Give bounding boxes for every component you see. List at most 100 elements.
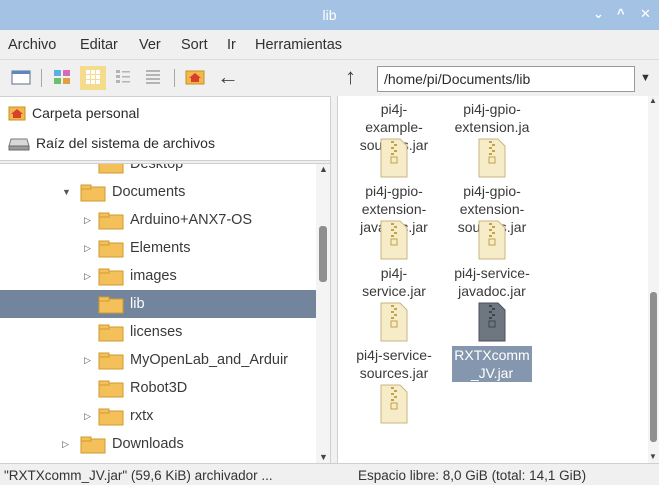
close-button[interactable]: ✕: [640, 6, 651, 22]
path-input[interactable]: [377, 66, 635, 92]
menu-archivo[interactable]: Archivo: [8, 37, 56, 53]
file-item[interactable]: pi4j-service- sources.jar: [346, 302, 442, 382]
tree-expander-icon[interactable]: ▷: [84, 271, 91, 282]
place-label: Carpeta personal: [32, 105, 140, 121]
tree-item[interactable]: ▷ MyOpenLab_and_Arduir: [0, 346, 316, 374]
places-list: Carpeta personal Raíz del sistema de arc…: [0, 97, 330, 160]
view-list-button[interactable]: [140, 66, 166, 90]
view-compact-button[interactable]: [110, 66, 136, 90]
status-free-space: Espacio libre: 8,0 GiB (total: 14,1 GiB): [358, 468, 587, 483]
scroll-up-arrow[interactable]: ▲: [319, 164, 328, 174]
tree-expander-icon[interactable]: ▷: [84, 243, 91, 254]
tree-item[interactable]: licenses: [0, 318, 316, 346]
scroll-down-arrow[interactable]: ▼: [319, 452, 328, 462]
folder-icon: [98, 408, 124, 429]
home-icon: [185, 68, 205, 89]
scroll-up-arrow[interactable]: ▲: [649, 96, 657, 105]
view-thumbnails-button[interactable]: [49, 66, 75, 90]
jar-archive-icon: [379, 302, 409, 342]
tree-item[interactable]: ▷ Arduino+ANX7-OS: [0, 206, 316, 234]
status-bar: "RXTXcomm_JV.jar" (59,6 KiB) archivador …: [0, 463, 659, 485]
folder-icon: [98, 296, 124, 317]
drive-icon: [8, 135, 30, 151]
home-button[interactable]: [182, 66, 208, 90]
menu-ir[interactable]: Ir: [227, 37, 236, 53]
file-item[interactable]: pi4j-service- javadoc.jar: [444, 220, 540, 300]
window-title: lib: [322, 7, 337, 23]
folder-icon: [98, 352, 124, 373]
tree-item-label: images: [130, 268, 177, 284]
pane-splitter[interactable]: [330, 96, 338, 463]
file-item[interactable]: [346, 384, 442, 428]
tree-expander-icon[interactable]: ▷: [84, 215, 91, 226]
folder-icon: [98, 240, 124, 261]
tree-item[interactable]: ▷ Elements: [0, 234, 316, 262]
file-name: pi4j- service.jar: [362, 265, 426, 299]
home-icon: [8, 105, 26, 121]
jar-archive-icon: [477, 302, 507, 342]
tree-scroll-thumb[interactable]: [319, 226, 327, 282]
tree-item[interactable]: ▷ images: [0, 262, 316, 290]
jar-archive-icon: [379, 384, 409, 424]
up-button[interactable]: ↑: [345, 64, 356, 90]
file-item[interactable]: RXTXcomm _JV.jar: [444, 302, 540, 382]
place-carpeta-personal[interactable]: Carpeta personal: [8, 102, 139, 124]
tree-item[interactable]: ▼ Documents: [0, 178, 316, 206]
file-name: pi4j-service- javadoc.jar: [454, 265, 530, 299]
tree-item[interactable]: ▷ Downloads: [0, 430, 316, 458]
file-name: RXTXcomm _JV.jar: [452, 346, 532, 382]
sidebar: Carpeta personal Raíz del sistema de arc…: [0, 96, 330, 464]
maximize-button[interactable]: ^: [617, 6, 625, 21]
jar-archive-icon: [379, 220, 409, 260]
folder-icon: [80, 184, 106, 205]
tree-item-label: Arduino+ANX7-OS: [130, 212, 253, 228]
tree-item-label: rxtx: [130, 408, 154, 424]
tree-expander-icon[interactable]: ▷: [62, 439, 69, 450]
tree-item-label: Desktop: [130, 164, 184, 172]
folder-icon: [98, 268, 124, 289]
place-label: Raíz del sistema de archivos: [36, 135, 215, 151]
compact-view-icon: [114, 68, 132, 89]
menu-bar: Archivo Editar Ver Sort Ir Herramientas: [0, 30, 659, 60]
menu-editar[interactable]: Editar: [80, 37, 118, 53]
tree-item-label: Downloads: [112, 436, 184, 452]
tree-item-label: Documents: [112, 184, 186, 200]
file-view-scrollbar[interactable]: ▲ ▼: [648, 96, 659, 463]
jar-archive-icon: [379, 138, 409, 178]
jar-archive-icon: [477, 138, 507, 178]
toolbar-separator: [174, 69, 175, 87]
menu-ver[interactable]: Ver: [139, 37, 161, 53]
tree-item-label: licenses: [130, 324, 183, 340]
tree-expander-icon[interactable]: ▼: [62, 187, 71, 197]
tree-item[interactable]: ▷ rxtx: [0, 402, 316, 430]
tree-scrollbar[interactable]: ▲ ▼: [316, 164, 330, 464]
jar-archive-icon: [477, 220, 507, 260]
tree-item[interactable]: lib: [0, 290, 316, 318]
file-scroll-thumb[interactable]: [650, 292, 657, 442]
file-item[interactable]: pi4j- service.jar: [346, 220, 442, 300]
folder-icon: [98, 324, 124, 345]
tree-item[interactable]: Desktop: [0, 164, 316, 178]
back-button[interactable]: ←: [217, 64, 239, 90]
file-view: pi4j- example- sources.jarpi4j-gpio- ext…: [338, 96, 648, 463]
title-bar: lib ⌄ ^ ✕: [0, 0, 659, 30]
menu-herramientas[interactable]: Herramientas: [255, 37, 342, 53]
view-icons-button[interactable]: [80, 66, 106, 90]
new-window-button[interactable]: [8, 66, 34, 90]
minimize-button[interactable]: ⌄: [593, 6, 604, 22]
menu-sort[interactable]: Sort: [181, 37, 208, 53]
tree-item-label: lib: [130, 296, 145, 312]
folder-icon: [98, 380, 124, 401]
tree-item-label: MyOpenLab_and_Arduir: [130, 352, 288, 368]
folder-icon: [80, 436, 106, 457]
folder-tree: Desktop ▼ Documents ▷ Arduino+ANX7-OS ▷ Elemen…: [0, 164, 316, 464]
tree-expander-icon[interactable]: ▷: [84, 411, 91, 422]
tree-expander-icon[interactable]: ▷: [84, 355, 91, 366]
scroll-down-arrow[interactable]: ▼: [649, 452, 657, 461]
icon-view-icon: [84, 68, 102, 89]
place-raiz-sistema[interactable]: Raíz del sistema de archivos: [8, 132, 215, 154]
file-name: pi4j-service- sources.jar: [356, 347, 432, 381]
folder-icon: [98, 164, 124, 177]
tree-item[interactable]: Robot3D: [0, 374, 316, 402]
path-dropdown-button[interactable]: ▼: [640, 72, 651, 84]
